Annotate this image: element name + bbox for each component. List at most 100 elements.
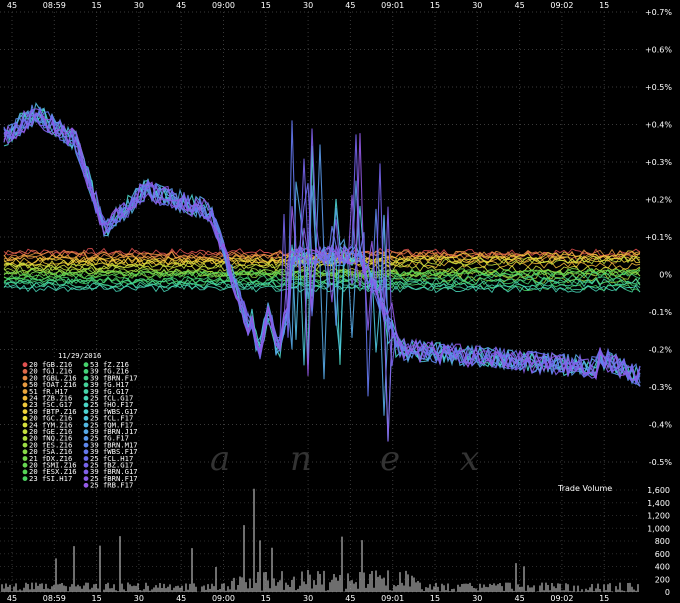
legend-swatch xyxy=(83,369,89,374)
watermark-letter: a xyxy=(210,439,230,479)
volume-tick-label: 1,200 xyxy=(647,512,670,521)
x-tick-label-top: 09:02 xyxy=(550,1,573,10)
legend-swatch xyxy=(22,395,28,401)
y-tick-label: -0.4% xyxy=(649,421,673,430)
x-tick-label-top: 30 xyxy=(472,1,482,10)
x-tick-label-bottom: 30 xyxy=(472,594,482,603)
legend-entry: 25 fRB.F17 xyxy=(90,481,133,490)
volume-tick-label: 600 xyxy=(655,550,670,559)
y-tick-label: 0% xyxy=(659,271,672,280)
x-tick-label-top: 09:01 xyxy=(381,1,404,10)
y-tick-label: -0.3% xyxy=(649,383,673,392)
legend-swatch xyxy=(22,409,28,414)
legend-swatch xyxy=(22,442,28,448)
x-tick-label-top: 30 xyxy=(134,1,144,10)
watermark-letter: e xyxy=(380,439,400,479)
legend-swatch xyxy=(83,389,89,394)
legend-swatch xyxy=(83,469,89,475)
legend-swatch xyxy=(22,389,28,394)
legend-swatch xyxy=(83,442,89,448)
y-tick-label: +0.3% xyxy=(645,158,672,167)
volume-title: Trade Volume xyxy=(557,484,612,493)
intraday-futures-chart: a n e x +0.7% +0.6% +0.5% +0.4% +0.3% +0.2% +0.1%… xyxy=(0,0,680,603)
legend-swatch xyxy=(22,476,28,481)
legend-swatch xyxy=(83,375,89,381)
chart-background xyxy=(0,0,680,603)
x-tick-label-top: 30 xyxy=(303,1,313,10)
volume-tick-label: 0 xyxy=(665,588,670,597)
volume-tick-label: 1,400 xyxy=(647,499,670,508)
legend-swatch xyxy=(22,415,28,421)
legend-swatch xyxy=(22,422,28,428)
legend-swatch xyxy=(83,415,89,421)
watermark-letter: n xyxy=(290,439,312,479)
x-tick-label-bottom: 09:00 xyxy=(212,594,235,603)
legend-swatch xyxy=(22,456,28,461)
y-tick-label: +0.7% xyxy=(645,8,672,17)
legend-swatch xyxy=(22,362,28,368)
legend-swatch xyxy=(83,395,89,401)
volume-tick-label: 200 xyxy=(655,575,670,584)
y-tick-label: -0.5% xyxy=(649,458,673,467)
x-tick-label-bottom: 15 xyxy=(430,594,440,603)
x-tick-label-bottom: 30 xyxy=(303,594,313,603)
x-tick-label-top: 15 xyxy=(430,1,440,10)
x-tick-label-bottom: 09:01 xyxy=(381,594,404,603)
legend-swatch xyxy=(22,449,28,455)
x-tick-label-top: 15 xyxy=(261,1,271,10)
legend-date: 11/29/2016 xyxy=(58,351,101,360)
legend-swatch xyxy=(22,375,28,381)
legend-swatch xyxy=(83,436,89,441)
y-tick-label: +0.2% xyxy=(645,196,672,205)
y-tick-label: -0.1% xyxy=(649,308,673,317)
x-tick-label-bottom: 45 xyxy=(176,594,186,603)
legend-swatch xyxy=(83,362,89,368)
legend-swatch xyxy=(83,422,89,428)
watermark-letter: x xyxy=(460,439,479,479)
x-tick-label-bottom: 09:02 xyxy=(550,594,573,603)
x-tick-label-top: 09:00 xyxy=(212,1,235,10)
x-tick-label-bottom: 45 xyxy=(345,594,355,603)
x-tick-label-bottom: 15 xyxy=(261,594,271,603)
legend-swatch xyxy=(83,409,89,414)
legend-swatch xyxy=(83,382,89,388)
legend-swatch xyxy=(22,469,28,475)
legend-entry: 23 fSI.H17 xyxy=(29,474,72,483)
x-tick-label-top: 15 xyxy=(599,1,609,10)
x-tick-label-top: 45 xyxy=(345,1,355,10)
volume-tick-label: 800 xyxy=(655,537,670,546)
x-tick-label-top: 45 xyxy=(7,1,17,10)
y-tick-label: +0.6% xyxy=(645,46,672,55)
x-tick-label-bottom: 30 xyxy=(134,594,144,603)
legend-swatch xyxy=(83,429,89,435)
x-tick-label-bottom: 15 xyxy=(92,594,102,603)
legend-swatch xyxy=(22,436,28,441)
legend-swatch xyxy=(83,476,89,481)
legend-swatch xyxy=(83,449,89,455)
x-tick-label-top: 15 xyxy=(92,1,102,10)
x-tick-label-top: 45 xyxy=(176,1,186,10)
legend-swatch xyxy=(83,482,89,488)
volume-tick-label: 1,000 xyxy=(647,524,670,533)
legend-swatch xyxy=(22,402,28,408)
x-tick-label-bottom: 15 xyxy=(599,594,609,603)
volume-tick-label: 1,600 xyxy=(647,486,670,495)
y-tick-label: +0.5% xyxy=(645,83,672,92)
x-tick-label-bottom: 45 xyxy=(7,594,17,603)
x-tick-label-top: 08:59 xyxy=(43,1,66,10)
y-tick-label: -0.2% xyxy=(649,346,673,355)
legend-swatch xyxy=(22,369,28,374)
legend-swatch xyxy=(22,382,28,388)
x-tick-label-bottom: 08:59 xyxy=(43,594,66,603)
legend-swatch xyxy=(22,462,28,468)
x-tick-label-top: 45 xyxy=(515,1,525,10)
y-tick-label: +0.1% xyxy=(645,233,672,242)
x-tick-label-bottom: 45 xyxy=(515,594,525,603)
legend: 11/29/2016 20 fGB.Z1620 fGJ.Z1620 fGBL.Z… xyxy=(20,351,142,490)
volume-tick-label: 400 xyxy=(655,563,670,572)
legend-swatch xyxy=(22,429,28,435)
legend-swatch xyxy=(83,402,89,408)
y-tick-label: +0.4% xyxy=(645,121,672,130)
legend-swatch xyxy=(83,456,89,461)
legend-swatch xyxy=(83,462,89,468)
